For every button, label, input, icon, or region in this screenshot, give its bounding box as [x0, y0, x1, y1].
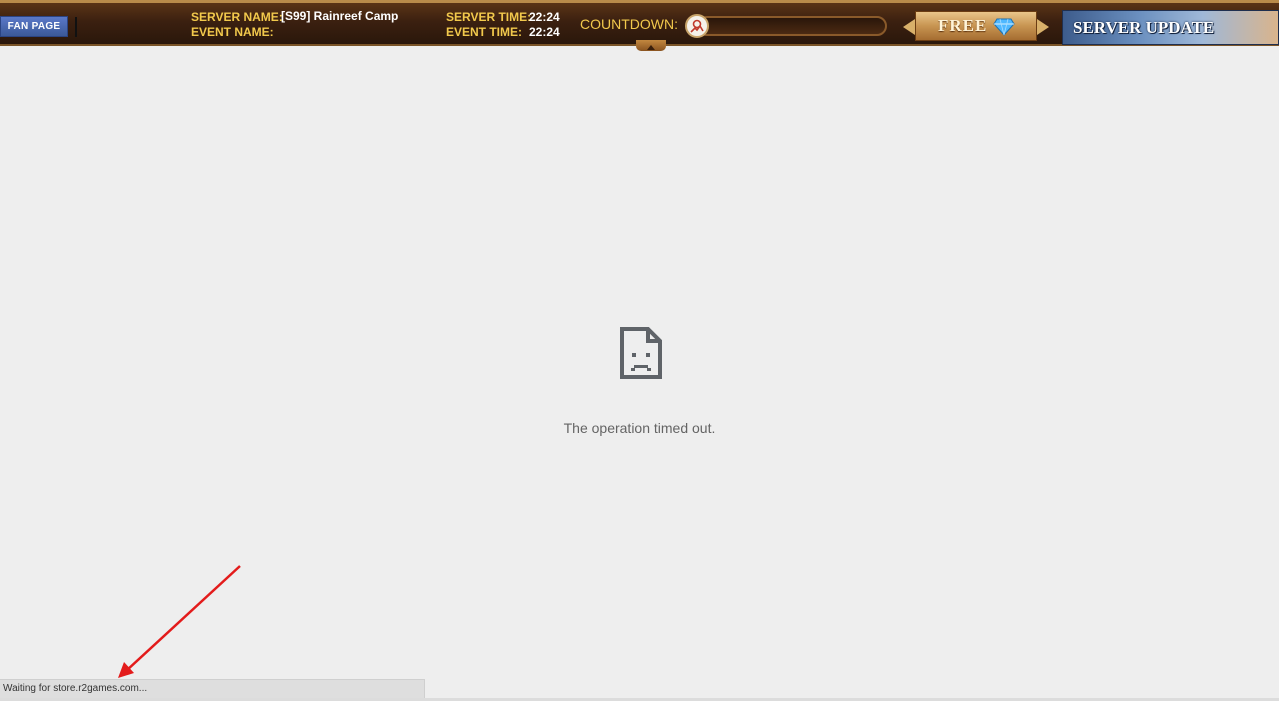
sad-page-icon: [620, 327, 662, 379]
server-name-label: SERVER NAME:: [191, 10, 283, 24]
server-time-value: 22:24: [529, 10, 560, 24]
collapse-toolbar-tab[interactable]: [636, 40, 666, 51]
divider: [75, 17, 77, 37]
server-time-label: SERVER TIME:: [446, 10, 532, 24]
event-time-value: 22:24: [529, 25, 560, 39]
browser-status-bar: Waiting for store.r2games.com...: [0, 679, 425, 698]
countdown-progress-bar: [697, 16, 887, 36]
event-time-label: EVENT TIME:: [446, 25, 523, 39]
server-name-value: [S99] Rainreef Camp: [281, 9, 399, 23]
event-name-label: EVENT NAME:: [191, 25, 274, 39]
server-update-banner[interactable]: SERVER UPDATE: [1062, 10, 1279, 45]
countdown-avatar-icon: [685, 14, 709, 38]
game-top-bar: FAN PAGE SERVER NAME: [S99] Rainreef Cam…: [0, 0, 1279, 51]
diamond-icon: [993, 18, 1015, 36]
free-label: FREE: [915, 11, 1037, 41]
error-message: The operation timed out.: [563, 420, 716, 436]
free-diamond-button[interactable]: FREE: [903, 8, 1049, 46]
chevron-up-icon: [647, 45, 655, 50]
fan-page-button[interactable]: FAN PAGE: [0, 16, 68, 37]
countdown-label: COUNTDOWN:: [580, 16, 678, 32]
